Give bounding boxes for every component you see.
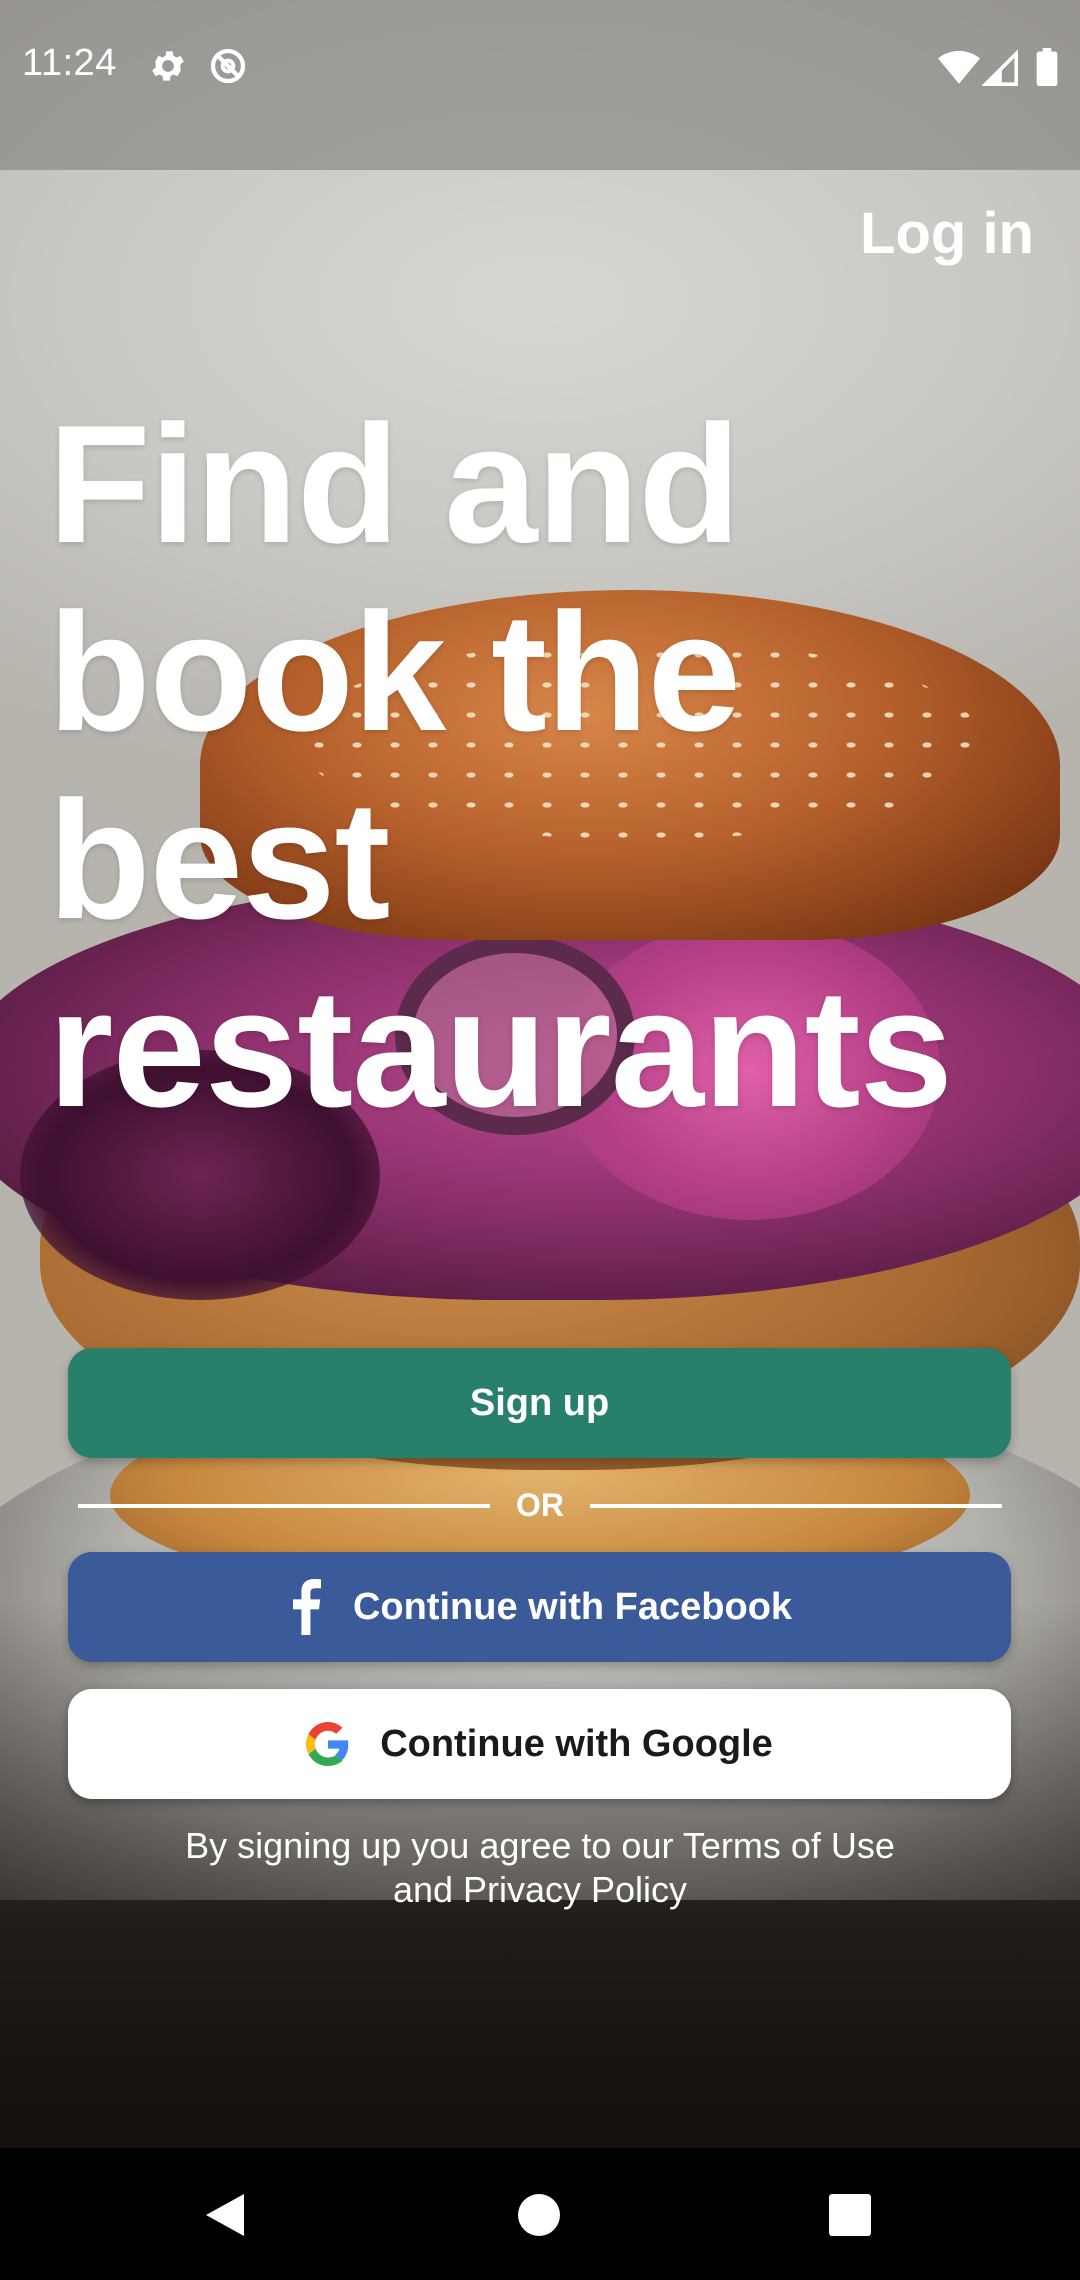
back-icon[interactable] xyxy=(202,2192,246,2243)
status-bar: 11:24 xyxy=(0,0,1080,170)
facebook-icon xyxy=(287,1579,323,1635)
home-icon[interactable] xyxy=(518,2194,560,2241)
battery-icon xyxy=(1036,48,1058,91)
hero-headline: Find and book the best restaurants xyxy=(48,390,953,1142)
google-icon xyxy=(306,1722,350,1766)
google-button-label: Continue with Google xyxy=(380,1722,773,1765)
continue-with-google-button[interactable]: Continue with Google xyxy=(68,1689,1011,1799)
terms-line-2[interactable]: and Privacy Policy xyxy=(90,1868,990,1912)
or-divider: OR xyxy=(78,1485,1002,1525)
wifi-icon xyxy=(938,50,980,91)
status-time: 11:24 xyxy=(22,42,117,84)
terms-line-1[interactable]: By signing up you agree to our Terms of … xyxy=(90,1824,990,1868)
signup-button-label: Sign up xyxy=(469,1381,610,1424)
recents-icon[interactable] xyxy=(829,2194,871,2241)
gear-icon xyxy=(148,46,188,91)
cell-signal-icon xyxy=(981,49,1018,91)
signup-button[interactable]: Sign up xyxy=(68,1348,1011,1458)
terms-text: By signing up you agree to our Terms of … xyxy=(90,1824,990,1912)
welcome-screen: 11:24 Log in Find and book the best rest… xyxy=(0,0,1080,2280)
facebook-button-label: Continue with Facebook xyxy=(352,1585,793,1628)
login-link[interactable]: Log in xyxy=(860,200,1034,267)
navigation-bar xyxy=(0,2148,1080,2280)
divider-line-right xyxy=(590,1504,1002,1508)
do-not-disturb-icon xyxy=(208,46,248,91)
continue-with-facebook-button[interactable]: Continue with Facebook xyxy=(68,1552,1011,1662)
